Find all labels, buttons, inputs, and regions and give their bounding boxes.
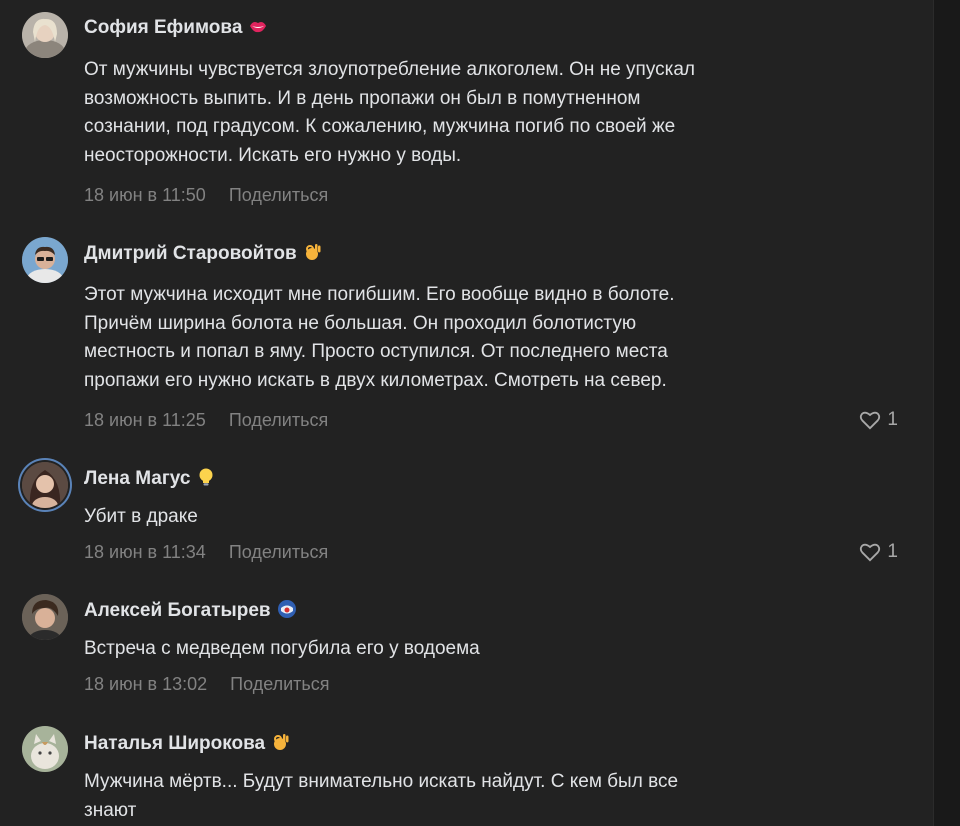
comment-text: Убит в драке xyxy=(84,503,884,532)
comment-text: Мужчина мёртв... Будут внимательно искат… xyxy=(84,768,884,825)
comment-line: сознании, под градусом. К сожалению, муж… xyxy=(84,116,676,137)
comment-date[interactable]: 18 июн в 11:25 xyxy=(84,410,206,430)
comment-text: Этот мужчина исходит мне погибшим. Его в… xyxy=(84,281,884,395)
comment-line: пропажи его нужно искать в двух километр… xyxy=(84,369,667,391)
comment-line: Мужчина мёртв... Будут внимательно искат… xyxy=(84,771,679,792)
like-button[interactable]: 1 xyxy=(859,541,898,563)
comment-item: Дмитрий Старовойтов Этот мужчина исходит… xyxy=(0,225,930,450)
comment-item: София Ефимова От мужчины чувствуется зло… xyxy=(0,0,930,225)
share-button[interactable]: Поделиться xyxy=(230,674,329,694)
comment-line: Встреча с медведем погубила его у водоем… xyxy=(84,638,480,659)
avatar[interactable] xyxy=(22,594,68,640)
share-button[interactable]: Поделиться xyxy=(229,410,328,430)
comment-line: знают xyxy=(84,799,137,821)
lips-icon xyxy=(248,16,268,36)
author-name[interactable]: Дмитрий Старовойтов xyxy=(84,242,323,266)
comment-line: Убит в драке xyxy=(84,506,198,527)
comment-text: Встреча с медведем погубила его у водоем… xyxy=(84,635,884,664)
like-count: 1 xyxy=(887,409,898,430)
comment-meta: 18 июн в 11:34 Поделиться xyxy=(84,542,328,563)
comment-line: возможность выпить. И в день пропажи он … xyxy=(84,87,641,109)
comment-item: Алексей Богатырев Встреча с медведем пог… xyxy=(0,582,930,714)
comment-line: местность и попал в яму. Просто оступилс… xyxy=(84,341,668,362)
comment-line: Этот мужчина исходит мне погибшим. Его в… xyxy=(84,284,675,305)
avatar[interactable] xyxy=(22,12,68,58)
author-name[interactable]: София Ефимова xyxy=(84,16,268,40)
author-name[interactable]: Алексей Богатырев xyxy=(84,599,297,623)
heart-icon xyxy=(860,411,881,430)
share-button[interactable]: Поделиться xyxy=(229,185,328,205)
comment-item: Лена Магус Убит в драке 18 июн в 11:34 П… xyxy=(0,450,930,582)
scrollbar-track[interactable] xyxy=(933,0,960,826)
author-name-text[interactable]: Алексей Богатырев xyxy=(84,600,271,621)
avatar[interactable] xyxy=(22,237,68,283)
comment-line: От мужчины чувствуется злоупотребление а… xyxy=(84,59,695,80)
ok-hand-icon xyxy=(271,732,291,752)
avatar[interactable] xyxy=(22,726,68,772)
author-name[interactable]: Наталья Широкова xyxy=(84,732,291,756)
author-name-text[interactable]: Лена Магус xyxy=(84,468,190,489)
author-name[interactable]: Лена Магус xyxy=(84,467,216,491)
like-count: 1 xyxy=(887,541,898,562)
avatar[interactable] xyxy=(22,462,68,508)
comment-date[interactable]: 18 июн в 11:34 xyxy=(84,542,206,562)
author-name-text[interactable]: Дмитрий Старовойтов xyxy=(84,243,297,264)
comment-meta: 18 июн в 13:02 Поделиться xyxy=(84,674,330,695)
author-name-text[interactable]: Наталья Широкова xyxy=(84,733,265,754)
comment-meta: 18 июн в 11:50 Поделиться xyxy=(84,185,328,206)
comment-meta: 18 июн в 11:25 Поделиться xyxy=(84,410,328,431)
captain-shield-icon xyxy=(277,599,297,619)
comment-date[interactable]: 18 июн в 11:50 xyxy=(84,185,206,205)
author-name-text[interactable]: София Ефимова xyxy=(84,17,242,38)
comment-text: От мужчины чувствуется злоупотребление а… xyxy=(84,56,884,170)
comment-date[interactable]: 18 июн в 13:02 xyxy=(84,674,207,694)
heart-icon xyxy=(860,543,881,562)
comment-item: Наталья Широкова Мужчина мёртв... Будут … xyxy=(0,714,930,826)
share-button[interactable]: Поделиться xyxy=(229,542,328,562)
ok-hand-icon xyxy=(303,242,323,262)
like-button[interactable]: 1 xyxy=(859,409,898,431)
comment-line: неосторожности. Искать его нужно у воды. xyxy=(84,144,462,166)
lightbulb-icon xyxy=(196,467,216,487)
comment-line: Причём ширина болота не большая. Он прох… xyxy=(84,312,637,334)
